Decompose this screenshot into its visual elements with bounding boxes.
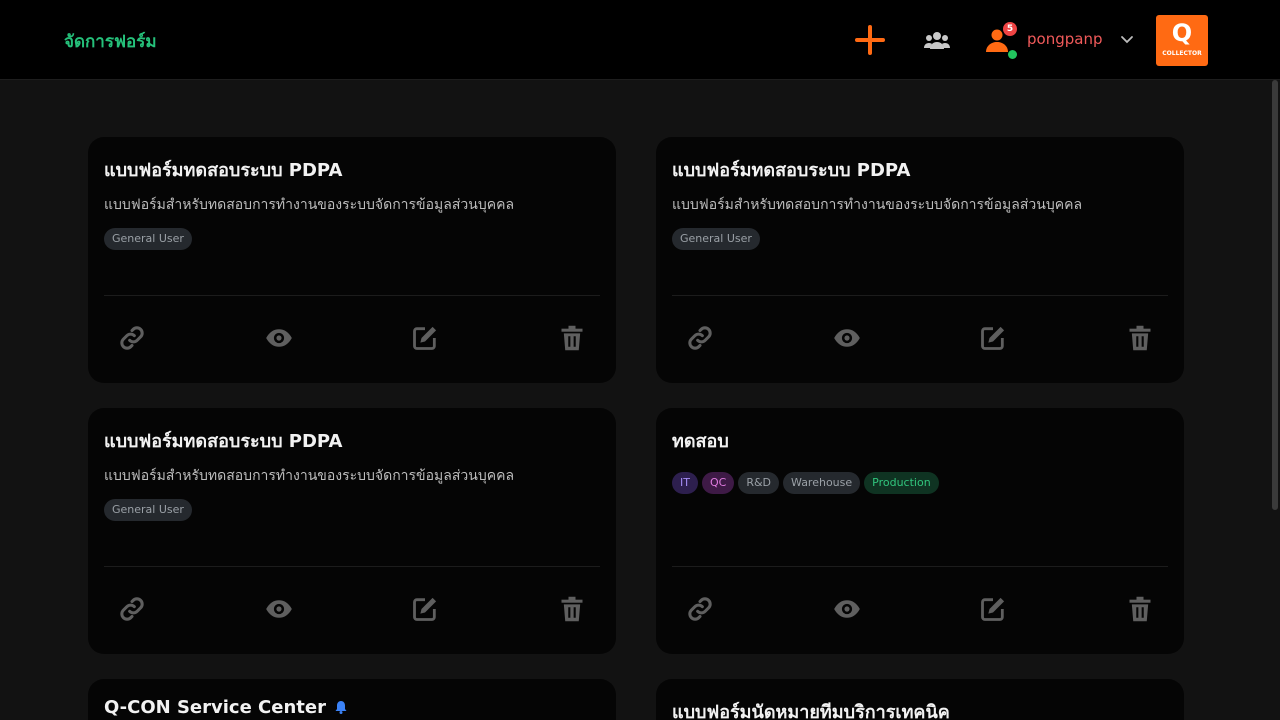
q-collector-logo[interactable]: Q COLLECTOR [1156, 15, 1208, 66]
tag-rnd: R&D [738, 472, 780, 494]
edit-icon [979, 324, 1007, 352]
eye-icon [833, 324, 861, 352]
form-card[interactable]: แบบฟอร์มทดสอบระบบ PDPA แบบฟอร์มสำหรับทดส… [88, 408, 616, 654]
form-card-description: แบบฟอร์มสำหรับทดสอบการทำงานของระบบจัดการ… [104, 197, 515, 213]
delete-form-button[interactable] [1126, 595, 1154, 623]
tag-general-user: General User [104, 228, 192, 250]
tag-general-user: General User [672, 228, 760, 250]
edit-icon [411, 595, 439, 623]
form-card-tags: IT QC R&D Warehouse Production [672, 472, 939, 494]
delete-form-button[interactable] [558, 324, 586, 352]
form-card-tags: General User [672, 228, 760, 250]
divider [104, 295, 600, 296]
tag-qc: QC [701, 472, 735, 494]
eye-icon [833, 595, 861, 623]
form-card-title: แบบฟอร์มทดสอบระบบ PDPA [104, 160, 343, 181]
edit-form-button[interactable] [979, 324, 1007, 352]
notification-badge: 5 [1003, 22, 1017, 36]
form-card[interactable]: แบบฟอร์มนัดหมายทีมบริการเทคนิค [656, 679, 1184, 720]
form-card-description: แบบฟอร์มสำหรับทดสอบการทำงานของระบบจัดการ… [104, 468, 515, 484]
form-card[interactable]: ทดสอบ IT QC R&D Warehouse Production [656, 408, 1184, 654]
form-card-title: แบบฟอร์มทดสอบระบบ PDPA [104, 431, 343, 452]
add-form-button[interactable] [852, 22, 888, 58]
eye-icon [265, 595, 293, 623]
logo-text: COLLECTOR [1162, 50, 1202, 57]
edit-form-button[interactable] [411, 595, 439, 623]
copy-link-button[interactable] [686, 595, 714, 623]
tag-warehouse: Warehouse [783, 472, 861, 494]
view-form-button[interactable] [833, 595, 861, 623]
divider [672, 566, 1168, 567]
form-card-title: แบบฟอร์มทดสอบระบบ PDPA [672, 160, 911, 181]
edit-icon [979, 595, 1007, 623]
tag-general-user: General User [104, 499, 192, 521]
link-icon [118, 595, 146, 623]
form-card-title: ทดสอบ [672, 431, 729, 452]
view-form-button[interactable] [833, 324, 861, 352]
link-icon [686, 595, 714, 623]
username: pongpanp [1027, 30, 1103, 48]
trash-icon [558, 595, 586, 623]
users-icon [924, 32, 950, 49]
trash-icon [1126, 324, 1154, 352]
form-card-tags: General User [104, 228, 192, 250]
link-icon [686, 324, 714, 352]
view-form-button[interactable] [265, 595, 293, 623]
edit-form-button[interactable] [411, 324, 439, 352]
bell-icon [334, 700, 348, 714]
delete-form-button[interactable] [1126, 324, 1154, 352]
form-card-tags: General User [104, 499, 192, 521]
logo-letter: Q [1171, 19, 1193, 47]
divider [104, 566, 600, 567]
edit-icon [411, 324, 439, 352]
delete-form-button[interactable] [558, 595, 586, 623]
user-menu[interactable]: 5 pongpanp [986, 22, 1136, 60]
scrollbar-thumb[interactable] [1272, 80, 1278, 510]
form-card[interactable]: แบบฟอร์มทดสอบระบบ PDPA แบบฟอร์มสำหรับทดส… [88, 137, 616, 383]
page-title[interactable]: จัดการฟอร์ม [64, 28, 157, 55]
form-card[interactable]: Q-CON Service Center [88, 679, 616, 720]
link-icon [118, 324, 146, 352]
scrollbar[interactable] [1270, 80, 1280, 720]
form-card-title: แบบฟอร์มนัดหมายทีมบริการเทคนิค [672, 702, 950, 720]
chevron-down-icon [1120, 35, 1134, 45]
online-status-dot [1008, 50, 1017, 59]
users-button[interactable] [924, 30, 950, 50]
copy-link-button[interactable] [118, 324, 146, 352]
copy-link-button[interactable] [118, 595, 146, 623]
form-card[interactable]: แบบฟอร์มทดสอบระบบ PDPA แบบฟอร์มสำหรับทดส… [656, 137, 1184, 383]
form-card-description: แบบฟอร์มสำหรับทดสอบการทำงานของระบบจัดการ… [672, 197, 1083, 213]
trash-icon [558, 324, 586, 352]
form-card-title: Q-CON Service Center [104, 697, 348, 718]
trash-icon [1126, 595, 1154, 623]
view-form-button[interactable] [265, 324, 293, 352]
eye-icon [265, 324, 293, 352]
top-bar: จัดการฟอร์ม 5 pongpanp Q COLLECTOR [0, 0, 1280, 80]
edit-form-button[interactable] [979, 595, 1007, 623]
tag-it: IT [672, 472, 698, 494]
copy-link-button[interactable] [686, 324, 714, 352]
tag-production: Production [864, 472, 939, 494]
form-card-title-text: Q-CON Service Center [104, 697, 326, 718]
divider [672, 295, 1168, 296]
